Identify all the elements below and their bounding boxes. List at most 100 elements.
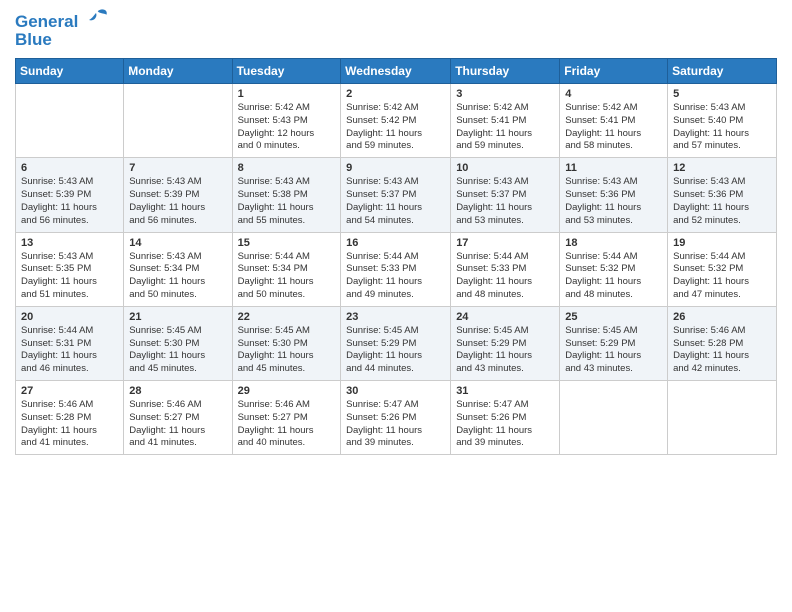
day-number: 23 (346, 311, 445, 323)
calendar-cell (560, 381, 668, 455)
page: General Blue SundayMondayTuesdayWednesda… (0, 0, 792, 612)
calendar-week-3: 20Sunrise: 5:44 AM Sunset: 5:31 PM Dayli… (16, 306, 777, 380)
calendar-cell: 8 Sunrise: 5:43 AM Sunset: 5:38 PM Daylig… (232, 158, 341, 232)
logo-blue: Blue (15, 30, 52, 50)
day-number: 12 (673, 162, 771, 174)
calendar-cell (668, 381, 777, 455)
day-number: 1 (238, 88, 336, 100)
day-number: 7 (129, 162, 226, 174)
calendar-cell: 11 Sunrise: 5:43 AM Sunset: 5:36 PM Dayli… (560, 158, 668, 232)
col-header-wednesday: Wednesday (341, 59, 451, 84)
day-number: 30 (346, 385, 445, 397)
calendar-cell: 6 Sunrise: 5:43 AM Sunset: 5:39 PM Daylig… (16, 158, 124, 232)
cell-content: Sunrise: 5:47 AM Sunset: 5:26 PM Dayligh… (346, 399, 445, 450)
calendar-week-0: 1Sunrise: 5:42 AM Sunset: 5:43 PM Daylig… (16, 84, 777, 158)
col-header-friday: Friday (560, 59, 668, 84)
logo-bird-icon (82, 6, 110, 34)
day-number: 8 (238, 162, 336, 174)
calendar-week-4: 27 Sunrise: 5:46 AM Sunset: 5:28 PM Dayli… (16, 381, 777, 455)
cell-content: Sunrise: 5:44 AM Sunset: 5:32 PM Dayligh… (673, 251, 771, 302)
cell-content: Sunrise: 5:43 AM Sunset: 5:39 PM Dayligh… (129, 176, 226, 227)
col-header-monday: Monday (124, 59, 232, 84)
calendar-cell: 18 Sunrise: 5:44 AM Sunset: 5:32 PM Dayli… (560, 232, 668, 306)
cell-content: Sunrise: 5:44 AM Sunset: 5:32 PM Dayligh… (565, 251, 662, 302)
calendar-cell: 14 Sunrise: 5:43 AM Sunset: 5:34 PM Dayli… (124, 232, 232, 306)
calendar-cell: 21 Sunrise: 5:45 AM Sunset: 5:30 PM Dayli… (124, 306, 232, 380)
day-number: 19 (673, 237, 771, 249)
cell-content: Sunrise: 5:46 AM Sunset: 5:27 PM Dayligh… (238, 399, 336, 450)
calendar-cell: 28 Sunrise: 5:46 AM Sunset: 5:27 PM Dayli… (124, 381, 232, 455)
cell-content: Sunrise: 5:46 AM Sunset: 5:28 PM Dayligh… (21, 399, 118, 450)
calendar-cell: 2 Sunrise: 5:42 AM Sunset: 5:42 PM Daylig… (341, 84, 451, 158)
day-number: 26 (673, 311, 771, 323)
day-number: 4 (565, 88, 662, 100)
day-number: 25 (565, 311, 662, 323)
col-header-thursday: Thursday (451, 59, 560, 84)
cell-content: Sunrise: 5:46 AM Sunset: 5:27 PM Dayligh… (129, 399, 226, 450)
cell-content: Sunrise: 5:45 AM Sunset: 5:29 PM Dayligh… (565, 325, 662, 376)
day-number: 27 (21, 385, 118, 397)
calendar-cell: 23 Sunrise: 5:45 AM Sunset: 5:29 PM Dayli… (341, 306, 451, 380)
day-number: 17 (456, 237, 554, 249)
col-header-tuesday: Tuesday (232, 59, 341, 84)
logo-general: General (15, 12, 78, 32)
day-number: 28 (129, 385, 226, 397)
calendar-cell (16, 84, 124, 158)
day-number: 2 (346, 88, 445, 100)
day-number: 24 (456, 311, 554, 323)
calendar-cell: 25 Sunrise: 5:45 AM Sunset: 5:29 PM Dayli… (560, 306, 668, 380)
day-number: 15 (238, 237, 336, 249)
calendar-cell: 13 Sunrise: 5:43 AM Sunset: 5:35 PM Dayli… (16, 232, 124, 306)
calendar-cell: 26Sunrise: 5:46 AM Sunset: 5:28 PM Dayli… (668, 306, 777, 380)
day-number: 16 (346, 237, 445, 249)
cell-content: Sunrise: 5:45 AM Sunset: 5:30 PM Dayligh… (129, 325, 226, 376)
cell-content: Sunrise: 5:43 AM Sunset: 5:40 PM Dayligh… (673, 102, 771, 153)
cell-content: Sunrise: 5:43 AM Sunset: 5:37 PM Dayligh… (346, 176, 445, 227)
day-number: 9 (346, 162, 445, 174)
calendar-cell: 30 Sunrise: 5:47 AM Sunset: 5:26 PM Dayli… (341, 381, 451, 455)
cell-content: Sunrise: 5:43 AM Sunset: 5:37 PM Dayligh… (456, 176, 554, 227)
day-number: 18 (565, 237, 662, 249)
calendar-cell: 9 Sunrise: 5:43 AM Sunset: 5:37 PM Daylig… (341, 158, 451, 232)
cell-content: Sunrise: 5:45 AM Sunset: 5:29 PM Dayligh… (456, 325, 554, 376)
calendar-cell: 31 Sunrise: 5:47 AM Sunset: 5:26 PM Dayli… (451, 381, 560, 455)
col-header-saturday: Saturday (668, 59, 777, 84)
cell-content: Sunrise: 5:43 AM Sunset: 5:35 PM Dayligh… (21, 251, 118, 302)
calendar-cell: 15 Sunrise: 5:44 AM Sunset: 5:34 PM Dayli… (232, 232, 341, 306)
cell-content: Sunrise: 5:44 AM Sunset: 5:33 PM Dayligh… (346, 251, 445, 302)
calendar-cell (124, 84, 232, 158)
calendar-table: SundayMondayTuesdayWednesdayThursdayFrid… (15, 58, 777, 455)
cell-content: Sunrise: 5:47 AM Sunset: 5:26 PM Dayligh… (456, 399, 554, 450)
calendar-cell: 29Sunrise: 5:46 AM Sunset: 5:27 PM Dayli… (232, 381, 341, 455)
cell-content: Sunrise: 5:45 AM Sunset: 5:30 PM Dayligh… (238, 325, 336, 376)
day-number: 10 (456, 162, 554, 174)
cell-content: Sunrise: 5:42 AM Sunset: 5:42 PM Dayligh… (346, 102, 445, 153)
day-number: 14 (129, 237, 226, 249)
calendar-cell: 7 Sunrise: 5:43 AM Sunset: 5:39 PM Daylig… (124, 158, 232, 232)
calendar-week-1: 6 Sunrise: 5:43 AM Sunset: 5:39 PM Daylig… (16, 158, 777, 232)
day-number: 31 (456, 385, 554, 397)
logo: General Blue (15, 10, 110, 50)
day-number: 13 (21, 237, 118, 249)
cell-content: Sunrise: 5:43 AM Sunset: 5:38 PM Dayligh… (238, 176, 336, 227)
cell-content: Sunrise: 5:43 AM Sunset: 5:36 PM Dayligh… (673, 176, 771, 227)
calendar-cell: 22 Sunrise: 5:45 AM Sunset: 5:30 PM Dayli… (232, 306, 341, 380)
cell-content: Sunrise: 5:43 AM Sunset: 5:36 PM Dayligh… (565, 176, 662, 227)
calendar-cell: 12 Sunrise: 5:43 AM Sunset: 5:36 PM Dayli… (668, 158, 777, 232)
calendar-week-2: 13 Sunrise: 5:43 AM Sunset: 5:35 PM Dayli… (16, 232, 777, 306)
cell-content: Sunrise: 5:45 AM Sunset: 5:29 PM Dayligh… (346, 325, 445, 376)
cell-content: Sunrise: 5:43 AM Sunset: 5:39 PM Dayligh… (21, 176, 118, 227)
cell-content: Sunrise: 5:44 AM Sunset: 5:34 PM Dayligh… (238, 251, 336, 302)
col-header-sunday: Sunday (16, 59, 124, 84)
calendar-cell: 1Sunrise: 5:42 AM Sunset: 5:43 PM Daylig… (232, 84, 341, 158)
day-number: 22 (238, 311, 336, 323)
calendar-cell: 5Sunrise: 5:43 AM Sunset: 5:40 PM Daylig… (668, 84, 777, 158)
day-number: 6 (21, 162, 118, 174)
cell-content: Sunrise: 5:43 AM Sunset: 5:34 PM Dayligh… (129, 251, 226, 302)
calendar-header-row: SundayMondayTuesdayWednesdayThursdayFrid… (16, 59, 777, 84)
day-number: 11 (565, 162, 662, 174)
calendar-cell: 10 Sunrise: 5:43 AM Sunset: 5:37 PM Dayli… (451, 158, 560, 232)
day-number: 21 (129, 311, 226, 323)
calendar-cell: 24 Sunrise: 5:45 AM Sunset: 5:29 PM Dayli… (451, 306, 560, 380)
header: General Blue (15, 10, 777, 50)
